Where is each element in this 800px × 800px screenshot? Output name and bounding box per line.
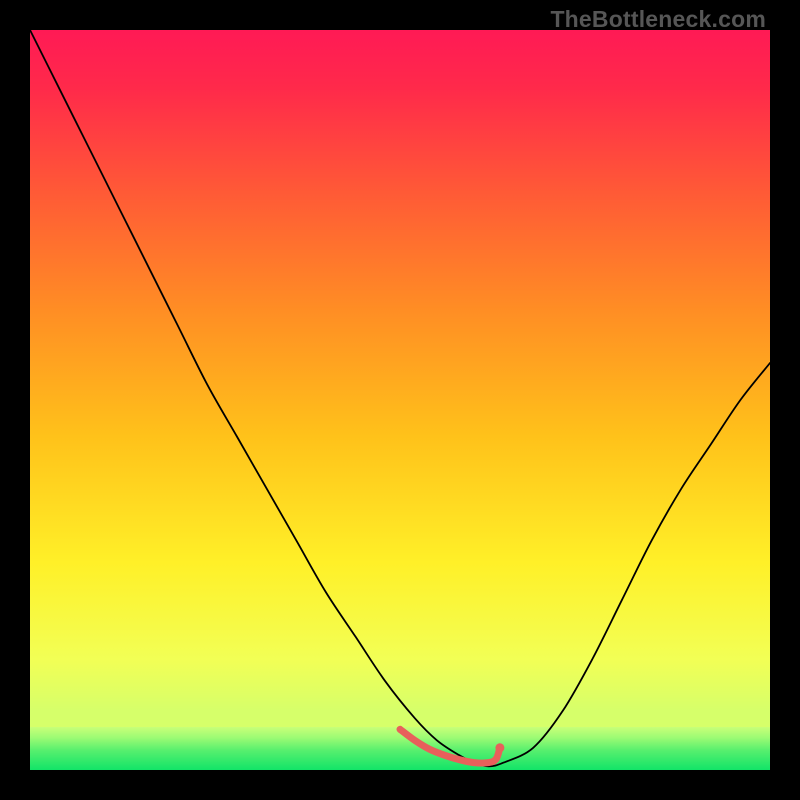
chart-frame (30, 30, 770, 770)
gradient-background (30, 30, 770, 770)
optimal-band-marker-endpoint (495, 743, 504, 752)
watermark-text: TheBottleneck.com (550, 6, 766, 33)
bottleneck-chart (30, 30, 770, 770)
